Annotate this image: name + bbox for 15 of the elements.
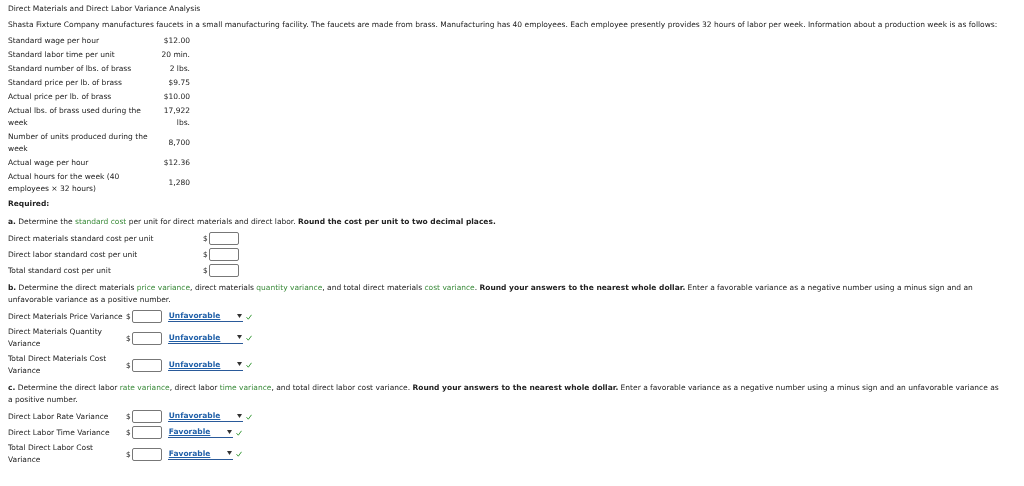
answer-field[interactable] bbox=[131, 410, 162, 423]
caret-icon bbox=[226, 429, 232, 434]
answer-field[interactable] bbox=[208, 264, 239, 277]
answer-field[interactable] bbox=[208, 232, 239, 245]
caret-icon bbox=[236, 313, 242, 318]
caret-icon bbox=[236, 362, 242, 366]
answer-field[interactable] bbox=[131, 426, 162, 439]
caret-icon bbox=[226, 451, 232, 455]
answer-field[interactable] bbox=[131, 310, 162, 323]
answer-field[interactable] bbox=[208, 248, 239, 261]
caret-icon bbox=[236, 413, 242, 418]
answer-field[interactable] bbox=[131, 358, 162, 372]
answer-field[interactable] bbox=[131, 331, 162, 345]
answer-field[interactable] bbox=[131, 447, 162, 461]
caret-icon bbox=[236, 335, 242, 339]
